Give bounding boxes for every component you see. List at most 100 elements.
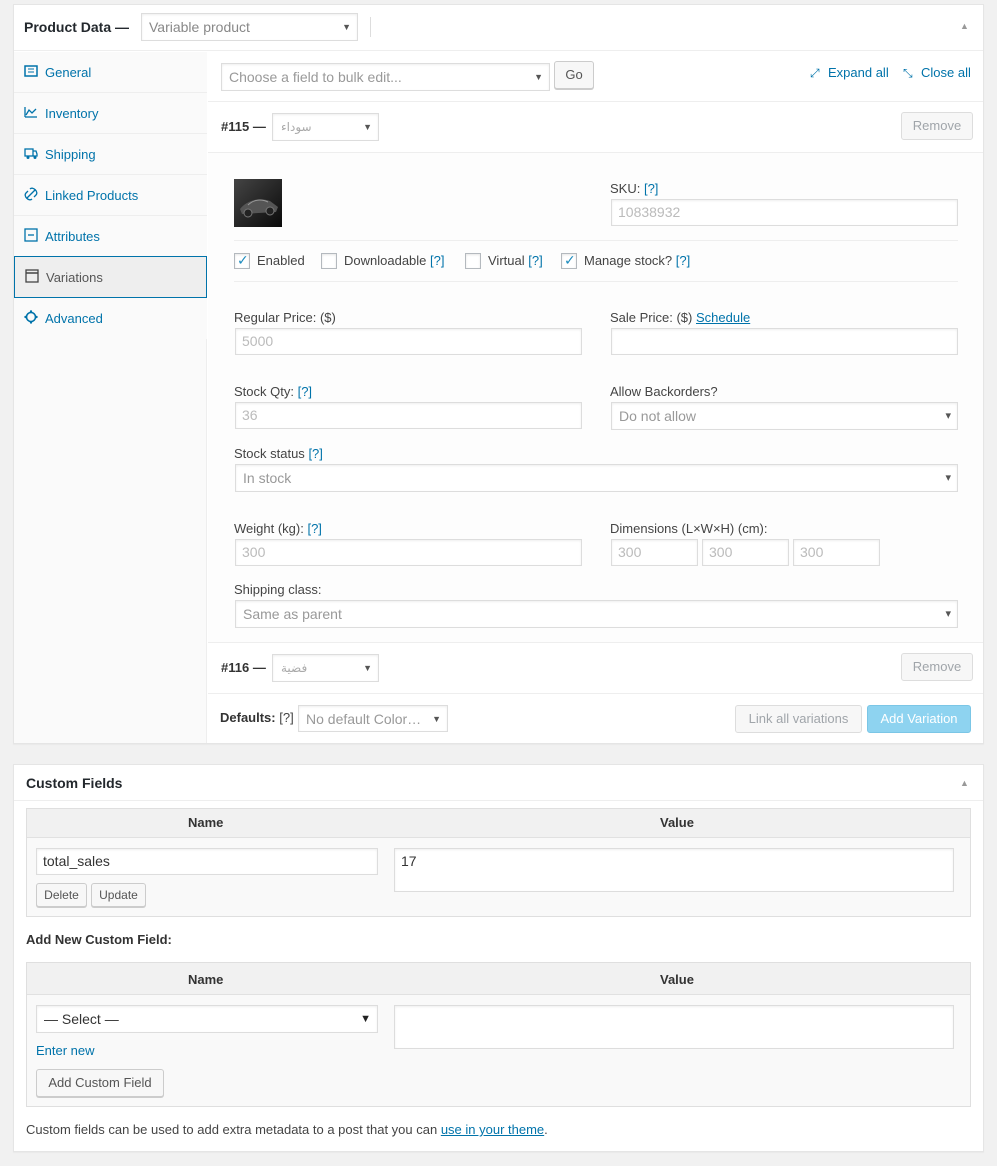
add-custom-field-button[interactable]: Add Custom Field: [36, 1069, 164, 1097]
tab-linked-products[interactable]: Linked Products: [14, 175, 207, 216]
tab-general[interactable]: General: [14, 52, 207, 93]
remove-variation-button[interactable]: Remove: [901, 653, 973, 681]
shipping-icon: [24, 148, 38, 159]
divider: [234, 281, 958, 282]
weight-help-link[interactable]: [?]: [307, 521, 321, 536]
product-type-select[interactable]: Variable product ▼: [141, 13, 358, 41]
stock-status-help-link[interactable]: [?]: [308, 446, 322, 461]
height-input[interactable]: 300: [793, 539, 880, 566]
variation-attribute-select[interactable]: سوداء ▼: [272, 113, 379, 141]
divider: [234, 240, 958, 241]
custom-fields-title: Custom Fields: [26, 775, 123, 791]
manage-stock-label: Manage stock? [?]: [584, 253, 690, 268]
tab-advanced[interactable]: Advanced: [14, 298, 207, 339]
gear-icon: [24, 310, 38, 324]
table-header: [27, 809, 970, 838]
product-data-title: Product Data —: [24, 19, 130, 35]
attributes-icon: [24, 228, 38, 242]
custom-field-value-textarea[interactable]: 17: [394, 848, 954, 892]
backorders-select[interactable]: Do not allow ▾: [611, 402, 958, 430]
use-in-theme-link[interactable]: use in your theme: [441, 1122, 544, 1137]
variation-image[interactable]: [234, 179, 282, 227]
virtual-label-text: Virtual: [488, 253, 525, 268]
weight-label: Weight (kg): [?]: [234, 521, 322, 536]
stock-status-select[interactable]: In stock ▾: [235, 464, 958, 492]
column-header-value: Value: [660, 815, 694, 830]
footer-end: .: [544, 1122, 548, 1137]
chevron-down-icon: ▼: [363, 663, 372, 673]
custom-field-name-input[interactable]: total_sales: [36, 848, 378, 875]
shipping-class-select[interactable]: Same as parent ▾: [235, 600, 958, 628]
enabled-checkbox[interactable]: [234, 252, 250, 269]
schedule-link[interactable]: Schedule: [696, 310, 750, 325]
close-all-icon[interactable]: ⤡: [903, 66, 913, 81]
table-header: [27, 963, 970, 995]
custom-fields-footer: Custom fields can be used to add extra m…: [26, 1122, 548, 1137]
stock-qty-label-text: Stock Qty:: [234, 384, 294, 399]
tab-attributes[interactable]: Attributes: [14, 216, 207, 257]
downloadable-checkbox[interactable]: [321, 253, 337, 269]
bulk-edit-select[interactable]: Choose a field to bulk edit... ▼: [221, 63, 550, 91]
chevron-down-icon: ▼: [360, 1013, 371, 1025]
custom-field-key-select[interactable]: — Select — ▼: [36, 1005, 378, 1033]
tab-shipping[interactable]: Shipping: [14, 134, 207, 175]
sku-input[interactable]: 10838932: [611, 199, 958, 226]
collapse-panel-icon[interactable]: ▲: [960, 21, 969, 31]
divider: [208, 101, 983, 102]
default-color-value: No default Color…: [306, 711, 422, 727]
tab-variations[interactable]: Variations: [14, 256, 207, 298]
expand-all-icon[interactable]: ⤢: [810, 66, 820, 81]
column-header-name: Name: [188, 815, 224, 830]
variation-id: #116 —: [221, 660, 266, 675]
virtual-help-link[interactable]: [?]: [528, 253, 542, 268]
enter-new-link[interactable]: Enter new: [36, 1043, 95, 1058]
virtual-checkbox[interactable]: [465, 253, 481, 269]
regular-price-input[interactable]: 5000: [235, 328, 582, 355]
defaults-label-text: Defaults:: [220, 710, 276, 725]
stock-qty-input[interactable]: 36: [235, 402, 582, 429]
backorders-value: Do not allow: [619, 408, 697, 424]
shipping-class-value: Same as parent: [243, 606, 342, 622]
chevron-down-icon: ▾: [945, 410, 951, 422]
backorders-label: Allow Backorders?: [610, 384, 718, 399]
width-input[interactable]: 300: [702, 539, 789, 566]
sku-help-link[interactable]: [?]: [644, 181, 658, 196]
new-custom-field-value-textarea[interactable]: [394, 1005, 954, 1049]
product-type-value: Variable product: [149, 19, 250, 35]
downloadable-help-link[interactable]: [?]: [430, 253, 444, 268]
link-icon: [24, 187, 38, 201]
go-button[interactable]: Go: [554, 61, 594, 89]
custom-fields-header: [14, 765, 983, 801]
variation-attribute-select[interactable]: فضية ▼: [272, 654, 379, 682]
tab-label: Variations: [46, 270, 103, 285]
defaults-help-link[interactable]: [?]: [279, 710, 293, 725]
inventory-icon: [24, 107, 37, 118]
length-input[interactable]: 300: [611, 539, 698, 566]
add-variation-button[interactable]: Add Variation: [867, 705, 971, 733]
manage-stock-help-link[interactable]: [?]: [676, 253, 690, 268]
chevron-down-icon: ▼: [534, 72, 543, 82]
tab-inventory[interactable]: Inventory: [14, 93, 207, 134]
sale-price-input[interactable]: [611, 328, 958, 355]
sale-price-label-text: Sale Price: ($): [610, 310, 693, 325]
remove-variation-button[interactable]: Remove: [901, 112, 973, 140]
tab-label: Inventory: [45, 106, 99, 121]
chevron-down-icon: ▼: [363, 122, 372, 132]
variation-id: #115 —: [221, 119, 266, 134]
expand-all-link[interactable]: Expand all: [828, 65, 889, 80]
collapse-panel-icon[interactable]: ▲: [960, 778, 969, 788]
variations-icon: [25, 269, 39, 283]
regular-price-label: Regular Price: ($): [234, 310, 336, 325]
close-all-link[interactable]: Close all: [921, 65, 971, 80]
dimensions-label: Dimensions (L×W×H) (cm):: [610, 521, 768, 536]
stock-qty-help-link[interactable]: [?]: [298, 384, 312, 399]
link-all-variations-button[interactable]: Link all variations: [735, 705, 862, 733]
variation-body: [208, 153, 983, 642]
stock-status-label-text: Stock status: [234, 446, 305, 461]
manage-stock-checkbox[interactable]: [561, 252, 577, 269]
delete-button[interactable]: Delete: [36, 883, 87, 907]
weight-input[interactable]: 300: [235, 539, 582, 566]
default-color-select[interactable]: No default Color… ▼: [298, 705, 448, 732]
update-button[interactable]: Update: [91, 883, 146, 907]
tab-label: Advanced: [45, 311, 103, 326]
